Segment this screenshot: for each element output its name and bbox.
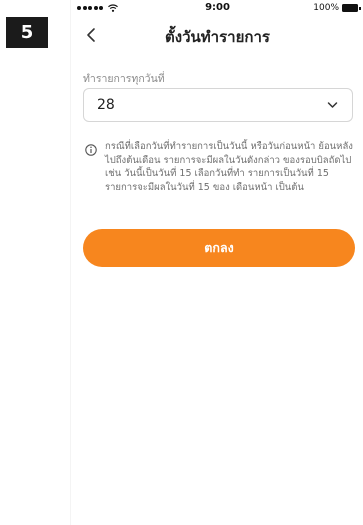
battery-percent: 100% — [313, 3, 339, 13]
phone-screen: 9:00 100% ตั้งวันทำรายการ ทำรายการทุกวัน… — [70, 0, 363, 525]
day-field-label: ทำรายการทุกวันที่ — [83, 73, 165, 85]
chevron-down-icon — [327, 102, 338, 108]
nav-bar: ตั้งวันทำรายการ — [71, 18, 363, 52]
info-icon — [85, 144, 97, 156]
day-select-value: 28 — [97, 97, 115, 113]
tutorial-page: 5 9:00 100% ตั้งวันทำรายการ ทำรายการทุกว… — [0, 0, 363, 525]
confirm-button[interactable]: ตกลง — [83, 229, 355, 267]
page-title: ตั้งวันทำรายการ — [165, 28, 270, 46]
step-number-badge: 5 — [6, 17, 48, 48]
notice-text: กรณีที่เลือกวันที่ทำรายการเป็นวันนี้ หรื… — [105, 141, 353, 193]
battery-indicator: 100% — [313, 3, 361, 13]
status-bar: 9:00 100% — [71, 0, 363, 16]
battery-icon — [342, 4, 361, 12]
day-select[interactable]: 28 — [83, 88, 353, 122]
